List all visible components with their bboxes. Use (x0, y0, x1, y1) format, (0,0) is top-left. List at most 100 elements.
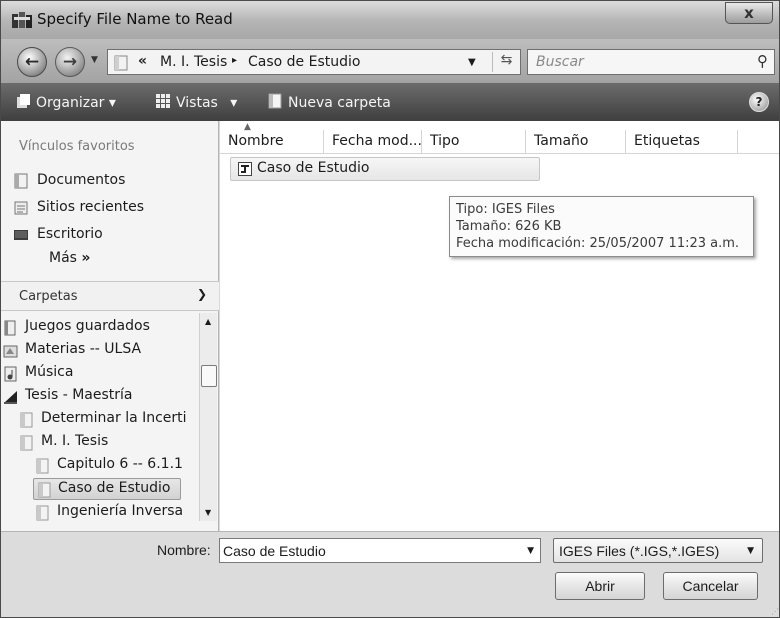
desktop-icon (14, 230, 28, 240)
back-button[interactable]: ← (17, 47, 47, 77)
tree-item-label: Caso de Estudio (58, 480, 171, 496)
column-header-size[interactable]: Tamaño (526, 130, 626, 154)
file-type-dropdown-icon[interactable]: ▼ (747, 546, 754, 556)
address-toolbar: ← → ▼ « M. I. Tesis ▸ Caso de Estudio ▼ … (1, 39, 779, 83)
materias-icon (3, 345, 18, 358)
tree-item-label: Tesis - Maestría (25, 387, 133, 403)
folder-icon (20, 412, 33, 428)
folder-icon (114, 55, 128, 71)
tree-item-label: Ingeniería Inversa (57, 503, 184, 519)
file-list: ▲ Nombre Fecha mod... Tipo Tamaño Etique… (220, 121, 779, 531)
column-header-date[interactable]: Fecha mod... (324, 130, 422, 154)
column-headers: ▲ Nombre Fecha mod... Tipo Tamaño Etique… (220, 122, 779, 154)
tree-item-label: Materias -- ULSA (25, 341, 142, 357)
refresh-icon[interactable]: ⇆ (492, 52, 520, 72)
column-header-label: Tamaño (534, 133, 589, 149)
views-icon (156, 94, 170, 108)
tesis-icon (4, 391, 17, 404)
scrollbar-thumb[interactable] (201, 365, 217, 387)
file-name-dropdown-icon[interactable]: ▼ (527, 546, 534, 556)
folder-icon (38, 482, 51, 498)
tooltip-type: Tipo: IGES Files (456, 202, 555, 217)
tree-item-label: Juegos guardados (25, 318, 150, 334)
tree-scrollbar[interactable]: ▲ ▼ (199, 313, 217, 521)
address-dropdown-icon[interactable]: ▼ (468, 57, 476, 68)
file-type-value: IGES Files (*.IGS,*.IGES) (559, 543, 720, 559)
column-header-tags[interactable]: Etiquetas (626, 130, 738, 154)
more-arrows-icon: » (81, 250, 91, 266)
close-button[interactable]: x (725, 2, 773, 24)
file-open-dialog: Specify File Name to Read x ← → ▼ « M. I… (0, 0, 780, 618)
sidebar-item-label: Documentos (37, 172, 126, 188)
overflow-chevron-icon[interactable]: « (138, 53, 147, 69)
search-placeholder: Buscar (536, 54, 584, 70)
search-icon[interactable]: ⚲ (757, 52, 768, 70)
help-button[interactable]: ? (749, 92, 769, 112)
organize-dropdown-icon: ▾ (108, 95, 116, 111)
recent-pages-dropdown-icon[interactable]: ▼ (91, 55, 98, 65)
sidebar-item-label: Escritorio (37, 226, 103, 242)
column-header-label: Nombre (228, 133, 284, 149)
new-folder-icon (268, 93, 282, 109)
views-button[interactable]: Vistas ▾ (155, 93, 237, 111)
tree-item-caso-de-estudio[interactable]: Caso de Estudio (33, 478, 181, 500)
sidebar-item-label: Sitios recientes (37, 199, 144, 215)
search-input[interactable]: Buscar ⚲ (527, 49, 775, 75)
folder-tree: Juegos guardados Materias -- ULSA Música… (1, 313, 201, 531)
tree-item-label: M. I. Tesis (41, 433, 109, 449)
more-link[interactable]: Más » (49, 250, 90, 266)
column-header-name[interactable]: ▲ Nombre (220, 122, 324, 154)
title-bar: Specify File Name to Read x (1, 1, 779, 39)
file-name-input[interactable]: Caso de Estudio ▼ (219, 538, 541, 563)
saved-games-icon (4, 320, 16, 336)
column-header-label: Etiquetas (634, 133, 700, 149)
views-label: Vistas (176, 95, 218, 111)
favorites-header: Vínculos favoritos (19, 139, 135, 154)
organize-icon (17, 94, 30, 108)
folder-icon (36, 505, 49, 521)
sort-ascending-icon: ▲ (244, 122, 251, 132)
scroll-down-icon[interactable]: ▼ (205, 508, 211, 517)
file-name: Caso de Estudio (257, 160, 370, 176)
open-button[interactable]: Abrir (555, 572, 645, 600)
breadcrumb-separator-icon[interactable]: ▸ (232, 55, 237, 66)
folder-icon (36, 458, 49, 474)
address-box[interactable]: « M. I. Tesis ▸ Caso de Estudio ▼ ⇆ (107, 49, 521, 75)
resize-grip-icon[interactable]: ⋰ (771, 607, 779, 616)
column-header-type[interactable]: Tipo (422, 130, 526, 154)
file-list-item[interactable]: Caso de Estudio (230, 157, 540, 181)
new-folder-button[interactable]: Nueva carpeta (267, 93, 391, 111)
file-type-select[interactable]: IGES Files (*.IGS,*.IGES) ▼ (553, 538, 763, 563)
documents-icon (14, 173, 28, 189)
tree-item-label: Capitulo 6 -- 6.1.1 (57, 456, 183, 472)
navigation-pane: Vínculos favoritos Documentos Sitios rec… (1, 121, 219, 531)
column-header-label: Tipo (430, 133, 460, 149)
chevron-down-icon[interactable]: ❯ (197, 287, 207, 301)
views-dropdown-icon: ▾ (230, 95, 238, 111)
dialog-footer: Nombre: Caso de Estudio ▼ IGES Files (*.… (1, 531, 779, 617)
tooltip-date: Fecha modificación: 25/05/2007 11:23 a.m… (456, 236, 740, 251)
forward-button[interactable]: → (55, 47, 85, 77)
organize-button[interactable]: Organizar ▾ (15, 93, 116, 111)
window-title: Specify File Name to Read (37, 10, 233, 28)
app-icon (12, 12, 32, 28)
file-info-tooltip: Tipo: IGES Files Tamaño: 626 KB Fecha mo… (449, 196, 754, 257)
folder-icon (20, 435, 33, 451)
file-name-label: Nombre: (157, 542, 211, 558)
tooltip-size: Tamaño: 626 KB (456, 219, 562, 234)
folders-header[interactable]: Carpetas ❯ (1, 281, 219, 311)
column-header-label: Fecha mod... (332, 133, 422, 149)
organize-label: Organizar (36, 95, 105, 111)
breadcrumb-item[interactable]: Caso de Estudio (248, 54, 360, 70)
more-label: Más (49, 250, 77, 266)
new-folder-label: Nueva carpeta (288, 95, 391, 111)
recent-places-icon (14, 201, 28, 215)
tree-item-label: Música (25, 364, 74, 380)
cancel-button[interactable]: Cancelar (663, 572, 758, 600)
folders-label: Carpetas (19, 289, 78, 304)
scroll-up-icon[interactable]: ▲ (205, 317, 211, 326)
breadcrumb-item[interactable]: M. I. Tesis (160, 54, 227, 70)
file-name-value: Caso de Estudio (223, 543, 326, 559)
tree-item-label: Determinar la Incerti (41, 410, 187, 426)
iges-file-icon (238, 162, 252, 176)
